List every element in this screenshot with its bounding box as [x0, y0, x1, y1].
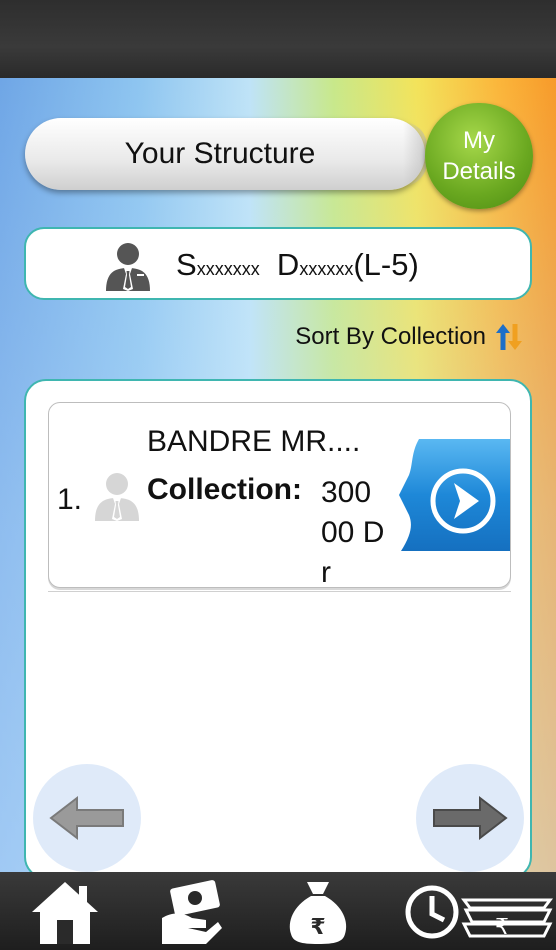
list-item-name: BANDRE MR.... — [147, 425, 361, 458]
user-tie-icon — [95, 473, 139, 521]
page-title-pill: Your Structure — [25, 118, 427, 190]
user-first-initial: S — [176, 247, 197, 282]
arrow-left-icon — [49, 795, 124, 841]
tab-payment[interactable] — [158, 876, 224, 948]
tab-home[interactable] — [30, 876, 100, 948]
list-divider — [48, 591, 511, 592]
user-level: (L-5) — [353, 247, 419, 282]
page-title: Your Structure — [124, 137, 316, 170]
status-bar — [0, 0, 556, 78]
my-details-label-line1: My — [463, 127, 495, 154]
money-bag-rupee-icon: ₹ — [289, 882, 347, 944]
tab-history[interactable]: ₹ — [404, 876, 554, 948]
home-icon — [32, 882, 98, 944]
list-item[interactable]: 1. BANDRE MR.... Collection: 30000 Dr — [48, 402, 511, 588]
payment-hand-icon — [162, 880, 222, 944]
sort-label: Sort By Collection — [295, 323, 486, 350]
tab-collection[interactable]: ₹ — [285, 876, 351, 948]
user-first-rest: xxxxxxx — [196, 259, 260, 279]
arrow-right-circle-icon[interactable] — [399, 439, 511, 551]
history-rupee-icon: ₹ — [405, 885, 553, 940]
current-user-name: Sxxxxxxx Dxxxxxx(L-5) — [176, 247, 419, 283]
list-item-collection-label: Collection: — [147, 473, 302, 506]
sort-by-collection-button[interactable]: Sort By Collection — [295, 322, 524, 352]
my-details-label-line2: Details — [442, 158, 516, 185]
user-last-rest: xxxxxx — [299, 259, 354, 279]
list-item-collection-value: 30000 Dr — [321, 476, 385, 588]
content-area: Your Structure My Details Sxxxxxxx Dxxxx… — [0, 78, 556, 872]
arrow-right-icon — [433, 795, 508, 841]
user-tie-icon — [106, 243, 150, 291]
previous-page-button[interactable] — [33, 764, 141, 872]
user-last-initial: D — [276, 247, 300, 282]
svg-text:₹: ₹ — [310, 915, 325, 940]
svg-text:₹: ₹ — [495, 915, 509, 940]
bottom-tab-bar: ₹ ₹ — [0, 872, 556, 950]
my-details-button[interactable]: My Details — [425, 103, 533, 209]
next-page-button[interactable] — [416, 764, 524, 872]
list-item-index: 1. — [57, 483, 83, 516]
sort-arrows-icon — [496, 324, 522, 350]
current-user-card: Sxxxxxxx Dxxxxxx(L-5) — [24, 227, 532, 300]
